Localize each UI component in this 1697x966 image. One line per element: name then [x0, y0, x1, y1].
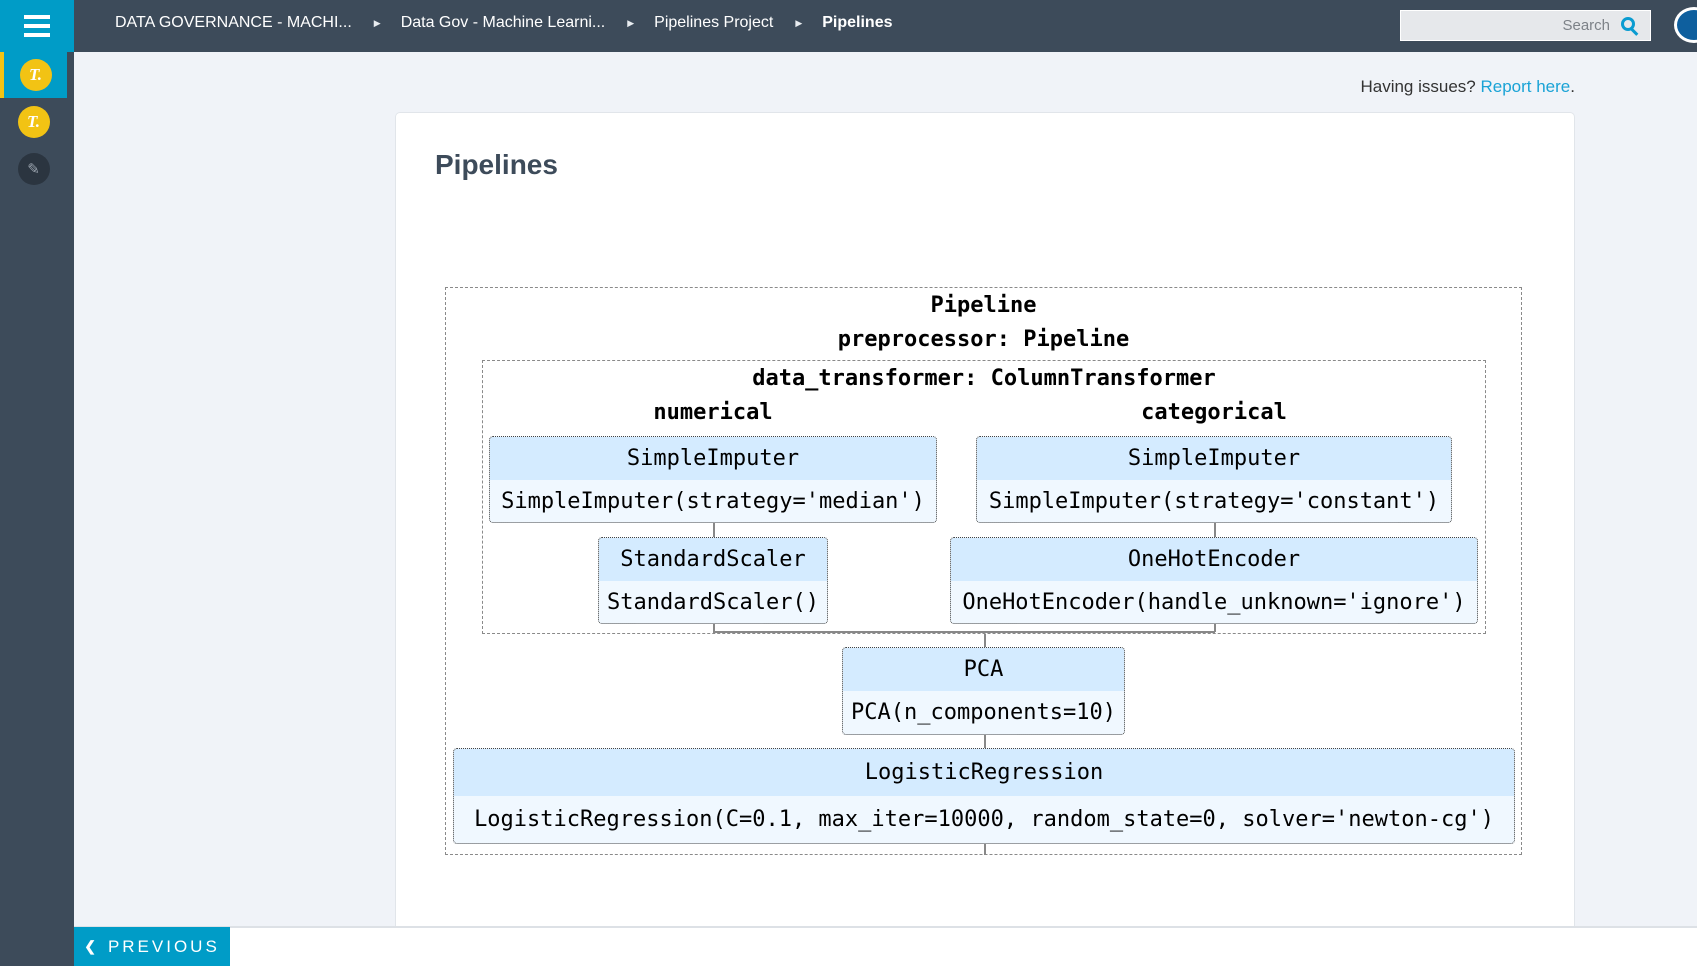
issues-notice: Having issues? Report here.	[1360, 77, 1575, 97]
sidebar-item-terminal-active[interactable]: T.	[0, 52, 67, 98]
page-title: Pipelines	[435, 149, 558, 180]
breadcrumb-separator-icon: ▶	[795, 17, 803, 28]
breadcrumb-item-project[interactable]: Pipelines Project	[654, 14, 773, 32]
issues-suffix: .	[1570, 77, 1575, 96]
estimator-name: LogisticRegression	[454, 749, 1514, 796]
edit-icon: ✎	[17, 153, 50, 185]
estimator-params: PCA(n_components=10)	[851, 700, 1116, 725]
menu-button[interactable]	[0, 0, 74, 52]
sidebar-item-edit[interactable]: ✎	[0, 146, 67, 192]
breadcrumb-item-course[interactable]: Data Gov - Machine Learni...	[401, 14, 606, 32]
previous-label: PREVIOUS	[107, 936, 220, 956]
footer-bar	[74, 926, 1697, 966]
breadcrumb: DATA GOVERNANCE - MACHI... ▶ Data Gov - …	[115, 0, 893, 46]
estimator-params: SimpleImputer(strategy='constant')	[988, 489, 1440, 514]
estimator-params: LogisticRegression(C=0.1, max_iter=10000…	[474, 807, 1494, 832]
breadcrumb-separator-icon: ▶	[627, 17, 635, 28]
search-icon[interactable]	[1620, 16, 1640, 36]
estimator-name: SimpleImputer	[490, 437, 936, 480]
estimator-name: PCA	[843, 648, 1124, 691]
search-input[interactable]	[1430, 17, 1610, 34]
breadcrumb-separator-icon: ▶	[373, 17, 381, 28]
estimator-simpleimputer-numerical[interactable]: SimpleImputer SimpleImputer(strategy='me…	[489, 436, 937, 523]
estimator-simpleimputer-categorical[interactable]: SimpleImputer SimpleImputer(strategy='co…	[976, 436, 1452, 523]
search-box	[1400, 10, 1651, 41]
estimator-params: OneHotEncoder(handle_unknown='ignore')	[962, 590, 1466, 615]
terminal-icon: T.	[19, 59, 52, 91]
hamburger-icon	[24, 15, 50, 37]
estimator-name: OneHotEncoder	[951, 538, 1477, 581]
previous-button[interactable]: ❮ PREVIOUS	[74, 927, 230, 966]
report-link[interactable]: Report here	[1480, 77, 1570, 96]
estimator-params: StandardScaler()	[607, 590, 819, 615]
chevron-left-icon: ❮	[84, 938, 96, 954]
terminal-icon: T.	[17, 106, 50, 138]
estimator-params: SimpleImputer(strategy='median')	[501, 489, 925, 514]
estimator-onehotencoder[interactable]: OneHotEncoder OneHotEncoder(handle_unkno…	[950, 537, 1478, 624]
breadcrumb-item-current: Pipelines	[822, 14, 893, 31]
issues-text: Having issues?	[1360, 77, 1481, 96]
sidebar-item-terminal[interactable]: T.	[0, 99, 67, 145]
estimator-name: StandardScaler	[599, 538, 827, 581]
breadcrumb-item-workspace[interactable]: DATA GOVERNANCE - MACHI...	[115, 14, 352, 32]
estimator-standardscaler[interactable]: StandardScaler StandardScaler()	[598, 537, 828, 624]
estimator-logisticregression[interactable]: LogisticRegression LogisticRegression(C=…	[453, 748, 1515, 844]
estimator-pca[interactable]: PCA PCA(n_components=10)	[842, 647, 1125, 735]
estimator-name: SimpleImputer	[977, 437, 1451, 480]
